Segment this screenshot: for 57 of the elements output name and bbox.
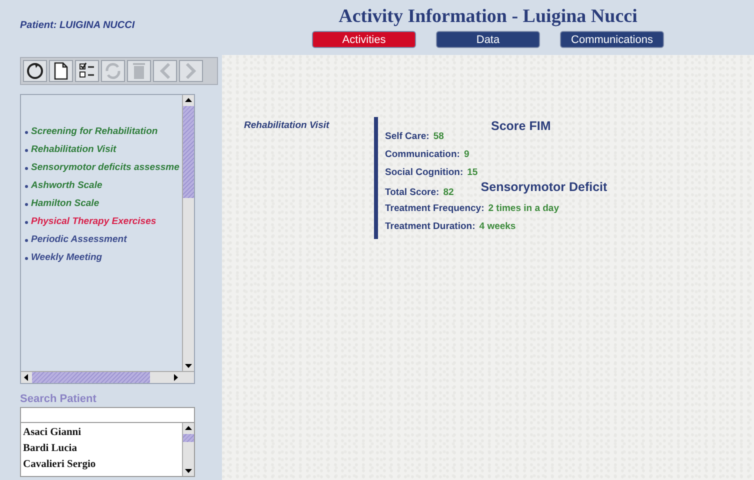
bullet-icon — [25, 220, 28, 224]
chevron-left-icon — [159, 62, 171, 80]
tab[interactable]: Data — [436, 31, 540, 48]
treatment-value: 4 weeks — [479, 220, 516, 234]
refresh-button[interactable] — [23, 60, 47, 82]
patient-item[interactable]: Cavalieri Sergio — [23, 457, 182, 473]
bullet-icon — [25, 202, 28, 206]
scrollbar[interactable] — [21, 371, 194, 383]
recycle-icon — [104, 62, 122, 80]
activity-item[interactable]: Periodic Assessment — [25, 231, 182, 249]
activity-item[interactable]: Hamilton Scale — [25, 195, 182, 213]
scrollbar[interactable] — [182, 95, 194, 371]
page-title: Activity Information - Luigina Nucci — [338, 6, 638, 28]
bullet-icon — [25, 130, 28, 134]
section-heading: Sensorymotor Deficit — [480, 179, 608, 195]
activity-item[interactable]: Weekly Meeting — [25, 249, 182, 267]
tab[interactable]: Activities — [312, 31, 416, 48]
search-label: Search Patient — [20, 393, 98, 405]
tab[interactable]: Communications — [560, 31, 664, 48]
bullet-icon — [25, 166, 28, 170]
score-label: Total Score: — [385, 186, 440, 200]
section-heading: Score FIM — [491, 119, 551, 133]
treatment-label: Treatment Duration: — [385, 220, 476, 234]
score-value: 15 — [467, 166, 478, 180]
scrollbar-thumb[interactable] — [183, 434, 194, 442]
refresh-icon — [26, 62, 44, 80]
document-icon — [53, 62, 69, 80]
trash-icon — [132, 62, 146, 80]
bullet-icon — [25, 184, 28, 188]
bullet-icon — [25, 148, 28, 152]
scrollbar[interactable] — [182, 423, 194, 476]
score-value: 82 — [443, 186, 454, 200]
bullet-icon — [25, 238, 28, 242]
activity-item[interactable]: Sensorymotor deficits assessme — [25, 159, 182, 177]
checklist-icon — [78, 62, 96, 80]
score-value: 9 — [464, 148, 470, 162]
patient-item[interactable]: Asaci Gianni — [23, 425, 182, 441]
score-label: Communication: — [385, 148, 460, 162]
search-field[interactable] — [20, 407, 195, 423]
visit-title: Rehabilitation Visit — [244, 120, 330, 131]
patient-item[interactable]: Bardi Lucia — [23, 441, 182, 457]
activity-item[interactable]: Physical Therapy Exercises — [25, 213, 182, 231]
activity-item[interactable]: Screening for Rehabilitation — [25, 123, 182, 141]
bullet-icon — [25, 256, 28, 260]
new-button[interactable] — [49, 60, 73, 82]
treatment-value: 2 times in a day — [488, 202, 560, 216]
score-value: 58 — [433, 130, 444, 144]
scrollbar-thumb[interactable] — [32, 372, 150, 383]
chevron-right-icon — [185, 62, 197, 80]
activity-item[interactable]: Rehabilitation Visit — [25, 141, 182, 159]
treatment-label: Treatment Frequency: — [385, 202, 484, 216]
checklist-button[interactable] — [75, 60, 99, 82]
score-label: Social Cognition: — [385, 166, 464, 180]
activity-item[interactable]: Ashworth Scale — [25, 177, 182, 195]
score-label: Self Care: — [385, 130, 430, 144]
patient-label: Patient: LUIGINA NUCCI — [19, 19, 136, 31]
scrollbar-thumb[interactable] — [183, 106, 194, 198]
